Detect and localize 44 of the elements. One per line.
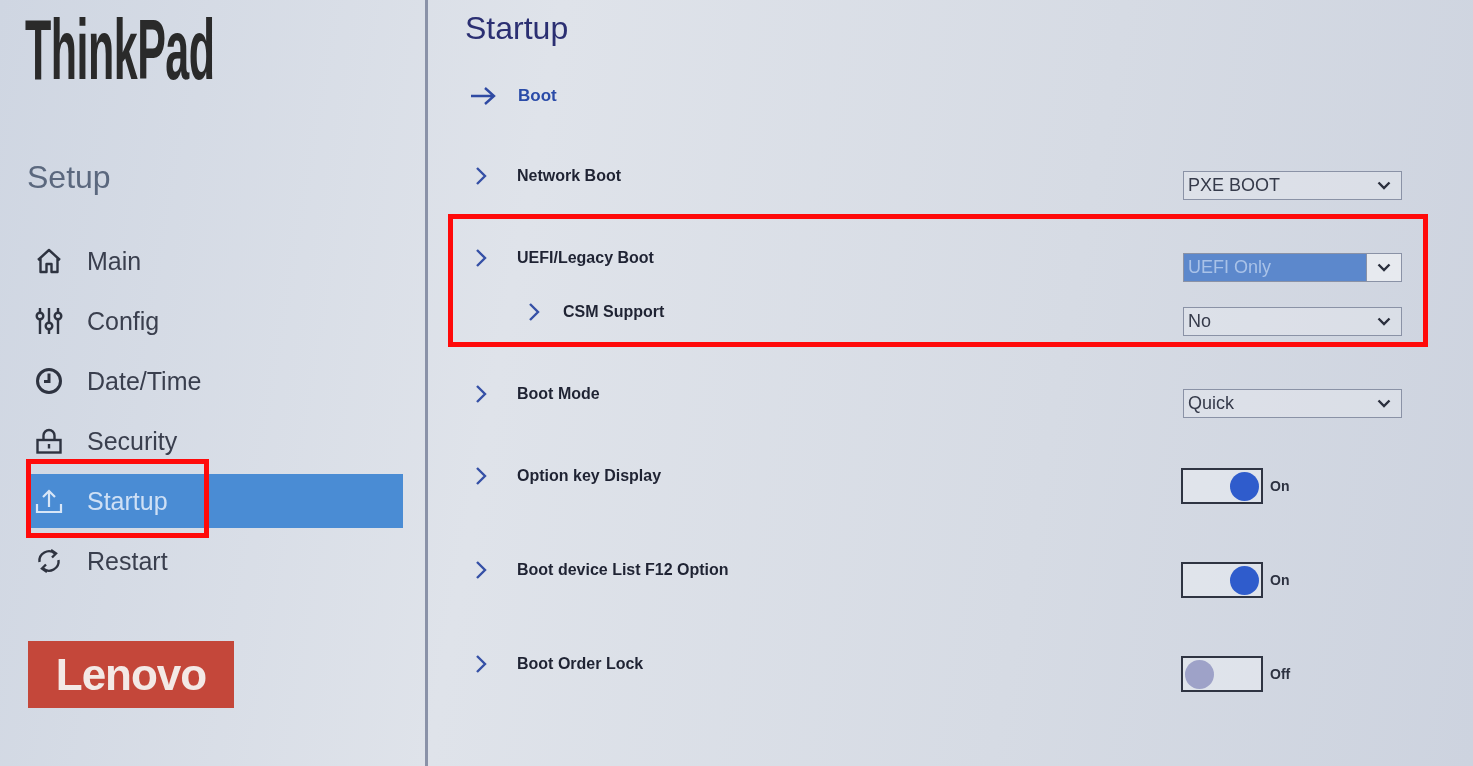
arrow-right-icon (470, 86, 496, 106)
clock-icon (35, 367, 63, 395)
nav-item[interactable]: Date/Time (30, 354, 403, 408)
setting-label: Network Boot (517, 166, 622, 186)
chevron-right-icon (475, 466, 487, 486)
chevron-right-icon (528, 302, 540, 322)
nav-item[interactable]: Main (30, 234, 403, 288)
toggle-state-label: Off (1270, 666, 1291, 682)
nav-item[interactable]: Security (30, 414, 403, 468)
product-logo: ThinkPad (25, 6, 215, 92)
setting-label: UEFI/Legacy Boot (517, 248, 655, 268)
sidebar-heading: Setup (27, 158, 111, 196)
setting-label: Boot device List F12 Option (517, 560, 730, 580)
home-icon (35, 247, 63, 275)
dropdown[interactable]: Quick (1183, 389, 1402, 418)
dropdown[interactable]: No (1183, 307, 1402, 336)
toggle-switch[interactable] (1181, 656, 1263, 692)
brand-logo: Lenovo (28, 641, 234, 708)
section-link[interactable]: Boot (518, 86, 557, 106)
nav-item[interactable]: Config (30, 294, 403, 348)
upload-icon (35, 487, 63, 515)
chevron-down-icon (1377, 263, 1391, 272)
chevron-right-icon (475, 248, 487, 268)
lock-icon (35, 427, 63, 455)
chevron-down-icon (1377, 399, 1391, 408)
setting-label: CSM Support (563, 302, 666, 322)
toggle-switch[interactable] (1181, 562, 1263, 598)
refresh-icon (35, 547, 63, 575)
setting-label: Boot Mode (517, 384, 601, 404)
sliders-icon (35, 307, 63, 335)
nav-item[interactable]: Restart (30, 534, 403, 588)
setting-label: Boot Order Lock (517, 654, 645, 674)
chevron-down-icon (1377, 181, 1391, 190)
toggle-switch[interactable] (1181, 468, 1263, 504)
chevron-right-icon (475, 166, 487, 186)
dropdown[interactable]: PXE BOOT (1183, 171, 1402, 200)
toggle-state-label: On (1270, 478, 1290, 494)
page-title: Startup (465, 9, 570, 48)
chevron-right-icon (475, 560, 487, 580)
toggle-state-label: On (1270, 572, 1290, 588)
chevron-right-icon (475, 384, 487, 404)
chevron-down-icon (1377, 317, 1391, 326)
setting-label: Option key Display (517, 466, 663, 486)
chevron-right-icon (475, 654, 487, 674)
